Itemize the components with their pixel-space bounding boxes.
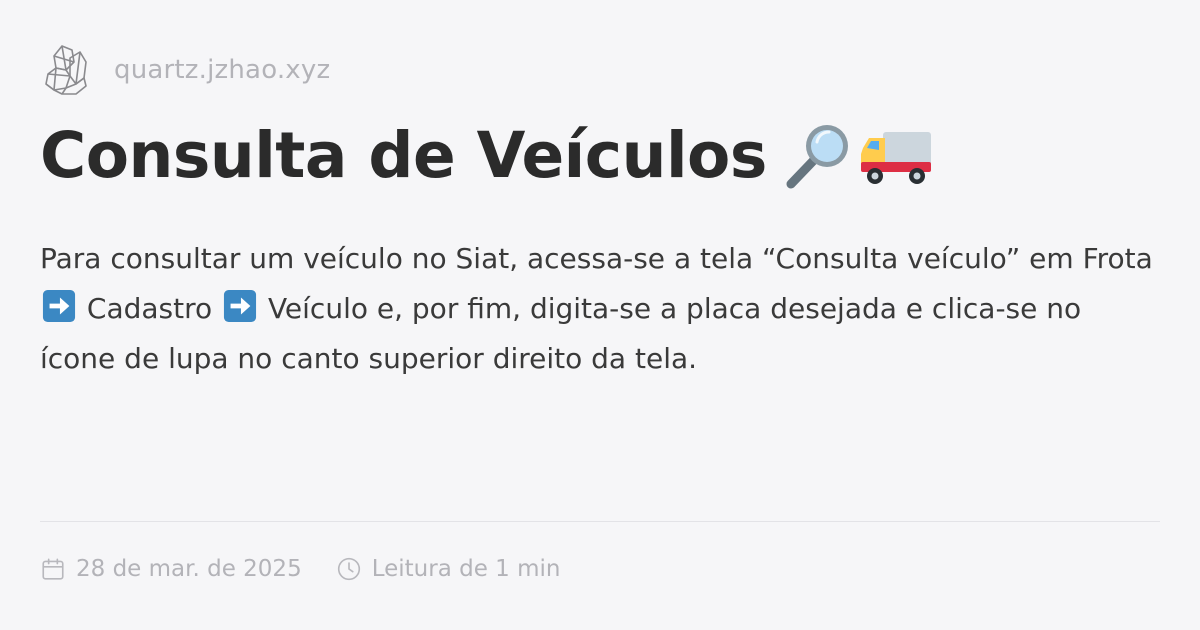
calendar-icon — [42, 558, 64, 580]
page-title-text: Consulta de Veículos — [40, 118, 767, 192]
description-text-1: Para consultar um veículo no Siat, acess… — [40, 242, 1153, 275]
description-text-2: Cadastro — [78, 292, 222, 325]
crystal-icon[interactable] — [40, 40, 94, 100]
clock-icon — [337, 557, 360, 581]
truck-icon — [860, 132, 931, 184]
site-url[interactable]: quartz.jzhao.xyz — [114, 55, 330, 85]
article-meta: 28 de mar. de 2025 Leitura de 1 min — [40, 556, 561, 582]
site-header: quartz.jzhao.xyz — [40, 40, 330, 100]
title-emoji-group — [781, 118, 935, 192]
article-description: Para consultar um veículo no Siat, acess… — [40, 234, 1160, 384]
right-arrow-icon — [223, 289, 257, 323]
page-title: Consulta de Veículos — [40, 118, 935, 192]
publish-date: 28 de mar. de 2025 — [76, 556, 302, 582]
reading-time-meta: Leitura de 1 min — [336, 556, 561, 582]
right-arrow-icon — [42, 289, 76, 323]
reading-time: Leitura de 1 min — [371, 556, 561, 582]
divider — [40, 521, 1160, 522]
date-meta: 28 de mar. de 2025 — [40, 556, 302, 582]
magnifying-glass-icon — [786, 125, 848, 189]
